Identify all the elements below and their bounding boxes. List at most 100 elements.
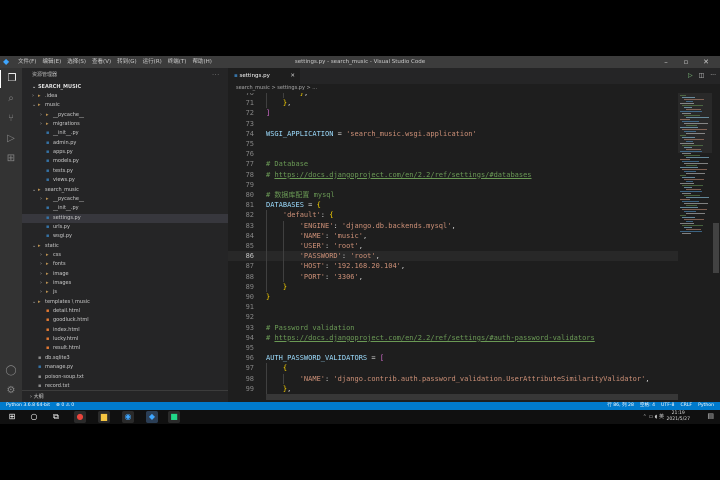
file-item[interactable]: ▪ views.py bbox=[22, 176, 228, 185]
code-line[interactable]: 71 }, bbox=[228, 98, 678, 109]
code-line[interactable]: 90} bbox=[228, 292, 678, 302]
file-item[interactable]: ▪ settings.py bbox=[22, 213, 228, 223]
code-line[interactable]: 86 'PASSWORD': 'root', bbox=[228, 251, 678, 262]
folder-item[interactable]: › ▸ __pycache__ bbox=[22, 111, 228, 120]
code-line[interactable]: 94 # https://docs.djangoproject.com/en/2.… bbox=[228, 333, 678, 343]
code-line[interactable]: 82 'default': { bbox=[228, 210, 678, 221]
file-item[interactable]: ▪ manage.py bbox=[22, 363, 228, 372]
status-item[interactable]: Python 3.6.8 64-bit bbox=[6, 402, 50, 410]
pycharm-icon[interactable]: ■ bbox=[168, 411, 180, 423]
status-item[interactable]: CRLF bbox=[680, 402, 692, 410]
status-item[interactable]: 行 86, 列 28 bbox=[607, 402, 634, 410]
breadcrumb[interactable]: search_music > settings.py > ... bbox=[228, 84, 720, 93]
code-line[interactable]: 87 'HOST': '192.168.20.104', bbox=[228, 261, 678, 272]
file-item[interactable]: ▪ goodluck.html bbox=[22, 316, 228, 325]
code-line[interactable]: 98 'NAME': 'django.contrib.auth.password… bbox=[228, 373, 678, 384]
code-line[interactable]: 79 bbox=[228, 180, 678, 190]
more-actions-icon[interactable]: ··· bbox=[212, 68, 220, 82]
code-line[interactable]: 89 } bbox=[228, 281, 678, 292]
folder-item[interactable]: › ▸ css bbox=[22, 251, 228, 260]
scrollbar-thumb[interactable] bbox=[713, 223, 719, 273]
file-item[interactable]: ▪ index.html bbox=[22, 326, 228, 335]
folder-item[interactable]: ⌄ ▸ music bbox=[22, 101, 228, 110]
maximize-icon[interactable]: ▫ bbox=[676, 56, 696, 68]
code-line[interactable]: 88 'PORT': '3306', bbox=[228, 271, 678, 282]
vscode-taskbar-icon[interactable]: ◆ bbox=[146, 411, 158, 423]
code-line[interactable]: 74 WSGI_APPLICATION = 'search_music.wsgi.… bbox=[228, 129, 678, 139]
browser-icon[interactable]: ◉ bbox=[122, 411, 134, 423]
system-tray[interactable]: ⌃ ▭ ◖ 英 bbox=[643, 410, 664, 424]
account-icon[interactable]: ◯ bbox=[0, 362, 22, 380]
notification-icon[interactable]: ▤ bbox=[707, 412, 714, 420]
code-line[interactable]: 93 # Password validation bbox=[228, 323, 678, 333]
folder-item[interactable]: › ▸ fonts bbox=[22, 260, 228, 269]
file-item[interactable]: ▪ __init__.py bbox=[22, 129, 228, 138]
file-item[interactable]: ▪ apps.py bbox=[22, 148, 228, 157]
folder-item[interactable]: › ▸ images bbox=[22, 279, 228, 288]
outline-section[interactable]: › 大纲 bbox=[22, 390, 228, 402]
chrome-icon[interactable]: ● bbox=[74, 411, 86, 423]
windows-start-icon[interactable]: ⊞ bbox=[6, 411, 18, 423]
code-line[interactable]: 92 bbox=[228, 312, 678, 322]
clock[interactable]: 21:19 2021/5/27 bbox=[666, 410, 690, 423]
code-line[interactable]: 99 }, bbox=[228, 383, 678, 394]
file-item[interactable]: ▪ tests.py bbox=[22, 167, 228, 176]
file-item[interactable]: ▪ poison-soup.txt bbox=[22, 373, 228, 382]
gear-icon[interactable]: ⚙ bbox=[0, 382, 22, 400]
close-icon[interactable]: ✕ bbox=[696, 56, 716, 68]
source-control-icon[interactable]: ⑂ bbox=[0, 110, 22, 128]
folder-item[interactable]: › ▸ __pycache__ bbox=[22, 195, 228, 204]
code-editor[interactable]: 70 }, 71 }, 72] 73 74 WSGI_APPLICATION = 'sea… bbox=[228, 93, 678, 402]
task-view-icon[interactable]: ⧉ bbox=[50, 411, 62, 423]
file-item[interactable]: ▪ admin.py bbox=[22, 139, 228, 148]
search-icon[interactable]: ⌕ bbox=[0, 90, 22, 108]
file-item[interactable]: ▪ __init__.py bbox=[22, 204, 228, 213]
folder-item[interactable]: ⌄ ▸ static bbox=[22, 242, 228, 251]
status-item[interactable]: UTF-8 bbox=[661, 402, 674, 410]
status-item[interactable]: Python bbox=[698, 402, 714, 410]
code-line[interactable]: 91 bbox=[228, 302, 678, 312]
more-icon[interactable]: ··· bbox=[710, 68, 716, 84]
file-item[interactable]: ▪ urls.py bbox=[22, 223, 228, 232]
code-line[interactable]: 81 DATABASES = { bbox=[228, 200, 678, 210]
vertical-scrollbar[interactable] bbox=[712, 93, 720, 402]
file-item[interactable]: ▪ models.py bbox=[22, 157, 228, 166]
code-line[interactable]: 75 bbox=[228, 139, 678, 149]
code-line[interactable]: 96 AUTH_PASSWORD_VALIDATORS = [ bbox=[228, 353, 678, 363]
code-line[interactable]: 83 'ENGINE': 'django.db.backends.mysql', bbox=[228, 220, 678, 231]
close-tab-icon[interactable]: ✕ bbox=[290, 68, 295, 84]
file-item[interactable]: ▪ result.html bbox=[22, 344, 228, 353]
code-line[interactable]: 85 'USER': 'root', bbox=[228, 241, 678, 252]
code-line[interactable]: 97 { bbox=[228, 363, 678, 374]
minimize-icon[interactable]: – bbox=[656, 56, 676, 68]
code-line[interactable]: 84 'NAME': 'music', bbox=[228, 230, 678, 241]
code-line[interactable]: 95 bbox=[228, 343, 678, 353]
code-line[interactable]: 78 # https://docs.djangoproject.com/en/2.… bbox=[228, 170, 678, 180]
minimap[interactable] bbox=[678, 93, 712, 402]
code-line[interactable]: 76 bbox=[228, 149, 678, 159]
status-item[interactable]: 空格: 4 bbox=[640, 402, 655, 410]
code-line[interactable]: 77 # Database bbox=[228, 159, 678, 169]
file-item[interactable]: ▪ db.sqlite3 bbox=[22, 354, 228, 363]
tab-settings-py[interactable]: ▪ settings.py ✕ bbox=[228, 68, 300, 84]
file-explorer-icon[interactable]: ▆ bbox=[98, 411, 110, 423]
file-item[interactable]: ▪ lucky.html bbox=[22, 335, 228, 344]
search-icon[interactable]: ○ bbox=[28, 411, 40, 423]
code-line[interactable]: 80 # 数据库配置 mysql bbox=[228, 190, 678, 200]
folder-item[interactable]: › ▸ migrations bbox=[22, 120, 228, 129]
file-item[interactable]: ▪ detail.html bbox=[22, 307, 228, 316]
split-editor-icon[interactable]: ◫ bbox=[699, 68, 705, 84]
status-item[interactable]: ⊗ 0 ⚠ 0 bbox=[56, 402, 74, 410]
workspace-root[interactable]: ⌄ SEARCH_MUSIC bbox=[22, 82, 228, 92]
file-item[interactable]: ▪ wsgi.py bbox=[22, 232, 228, 241]
horizontal-scrollbar[interactable] bbox=[266, 394, 678, 400]
folder-item[interactable]: ⌄ ▸ templates \ music bbox=[22, 298, 228, 307]
run-debug-icon[interactable]: ▷ bbox=[0, 130, 22, 148]
code-line[interactable]: 72] bbox=[228, 108, 678, 118]
folder-item[interactable]: › ▸ image bbox=[22, 270, 228, 279]
run-file-icon[interactable]: ▷ bbox=[688, 68, 693, 84]
code-line[interactable]: 73 bbox=[228, 119, 678, 129]
extensions-icon[interactable]: ⊞ bbox=[0, 150, 22, 168]
folder-item[interactable]: › ▸ .idea bbox=[22, 92, 228, 101]
explorer-icon[interactable]: ❐ bbox=[0, 70, 23, 88]
